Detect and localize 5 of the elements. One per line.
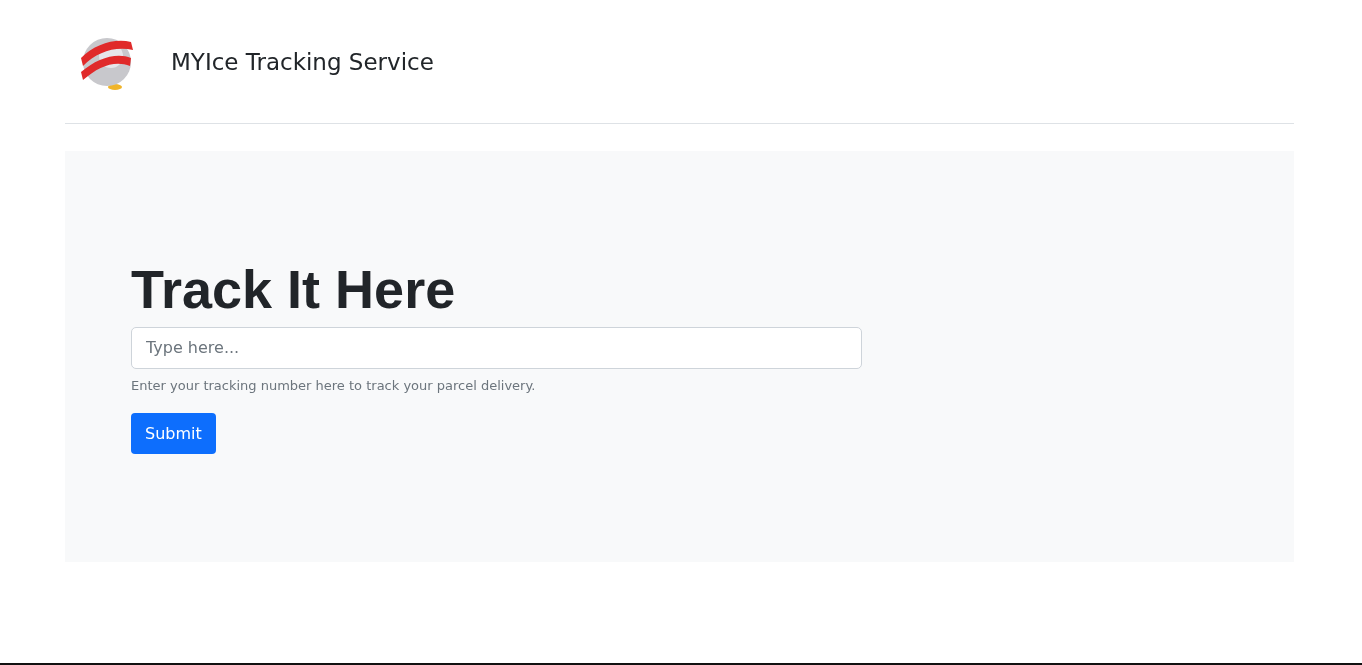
submit-button[interactable]: Submit xyxy=(131,412,216,454)
page-heading: Track It Here xyxy=(131,261,456,318)
tracking-number-field[interactable]: Type here... xyxy=(131,326,862,369)
site-title: MYIce Tracking Service xyxy=(171,48,434,75)
help-text: Enter your tracking number here to track your parcel delivery. xyxy=(131,377,536,393)
